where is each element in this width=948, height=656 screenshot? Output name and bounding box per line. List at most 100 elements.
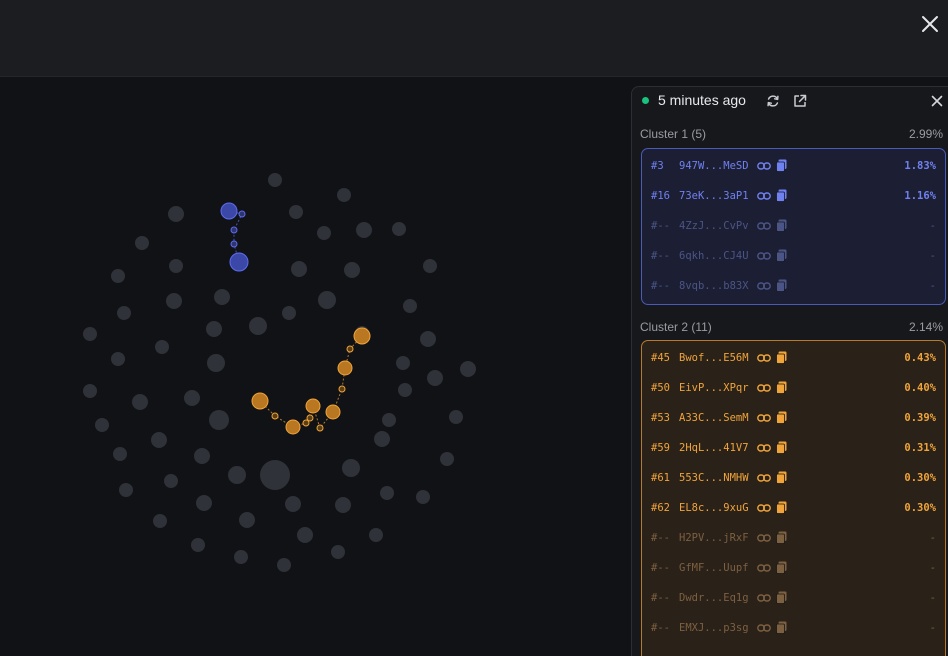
holder-bubble[interactable]: [423, 259, 437, 273]
link-icon[interactable]: [757, 622, 771, 634]
holder-bubble[interactable]: [369, 528, 383, 542]
holder-bubble[interactable]: [396, 356, 410, 370]
holder-bubble[interactable]: [166, 293, 182, 309]
holder-bubble[interactable]: [135, 236, 149, 250]
holder-bubble[interactable]: [449, 410, 463, 424]
holder-bubble[interactable]: [403, 299, 417, 313]
holder-bubble[interactable]: [416, 490, 430, 504]
holder-bubble[interactable]: [282, 306, 296, 320]
cluster-2-bubble[interactable]: [337, 360, 353, 376]
link-icon[interactable]: [757, 352, 771, 364]
holder-address[interactable]: 553C...NMHW: [679, 472, 749, 484]
cluster-2-bubble[interactable]: [285, 419, 301, 435]
holder-row[interactable]: #45 Bwof...E56M 0.43%: [642, 342, 945, 372]
holder-bubble[interactable]: [297, 527, 313, 543]
external-link-icon[interactable]: [792, 93, 808, 109]
holder-row[interactable]: #59 2HqL...41V7 0.31%: [642, 432, 945, 462]
holder-bubble[interactable]: [83, 384, 97, 398]
copy-icon[interactable]: [776, 381, 787, 394]
holder-bubble[interactable]: [331, 545, 345, 559]
copy-icon[interactable]: [776, 411, 787, 424]
holder-bubble[interactable]: [260, 460, 290, 490]
holder-bubble[interactable]: [111, 269, 125, 283]
holder-row[interactable]: #3 947W...MeSD 1.83%: [642, 150, 945, 180]
copy-icon[interactable]: [776, 561, 787, 574]
holder-address[interactable]: Dwdr...Eq1g: [679, 592, 749, 604]
holder-bubble[interactable]: [228, 466, 246, 484]
holder-row[interactable]: #16 73eK...3aP1 1.16%: [642, 180, 945, 210]
holder-bubble[interactable]: [285, 496, 301, 512]
holder-address[interactable]: EL8c...9xuG: [679, 502, 749, 514]
holder-row[interactable]: #50 EivP...XPqr 0.40%: [642, 372, 945, 402]
close-icon[interactable]: [918, 12, 942, 36]
holder-bubble[interactable]: [153, 514, 167, 528]
holder-row[interactable]: #-- 6qkh...CJ4U -: [642, 240, 945, 270]
holder-bubble[interactable]: [95, 418, 109, 432]
holder-bubble[interactable]: [119, 483, 133, 497]
holder-row[interactable]: #-- EMXJ...p3sg -: [642, 612, 945, 642]
copy-icon[interactable]: [776, 279, 787, 292]
holder-bubble[interactable]: [132, 394, 148, 410]
link-icon[interactable]: [757, 382, 771, 394]
holder-bubble[interactable]: [209, 410, 229, 430]
refresh-icon[interactable]: [765, 93, 781, 109]
close-panel-icon[interactable]: [929, 93, 945, 109]
holder-bubble[interactable]: [206, 321, 222, 337]
link-icon[interactable]: [757, 562, 771, 574]
link-icon[interactable]: [757, 280, 771, 292]
holder-bubble[interactable]: [291, 261, 307, 277]
holder-address[interactable]: A33C...SemM: [679, 412, 749, 424]
holder-bubble[interactable]: [440, 452, 454, 466]
holder-row[interactable]: #53 A33C...SemM 0.39%: [642, 402, 945, 432]
holder-bubble[interactable]: [317, 226, 331, 240]
holder-bubble[interactable]: [168, 206, 184, 222]
holder-address[interactable]: 8vqb...b83X: [679, 280, 749, 292]
holder-address[interactable]: EMXJ...p3sg: [679, 622, 749, 634]
copy-icon[interactable]: [776, 189, 787, 202]
link-icon[interactable]: [757, 160, 771, 172]
holder-bubble[interactable]: [164, 474, 178, 488]
copy-icon[interactable]: [776, 351, 787, 364]
holder-bubble[interactable]: [249, 317, 267, 335]
holder-bubble[interactable]: [398, 383, 412, 397]
holder-bubble[interactable]: [113, 447, 127, 461]
cluster-1-bubble[interactable]: [230, 226, 238, 234]
holder-bubble[interactable]: [207, 354, 225, 372]
holder-bubble[interactable]: [268, 173, 282, 187]
holder-bubble[interactable]: [427, 370, 443, 386]
holder-bubble[interactable]: [277, 558, 291, 572]
holder-address[interactable]: GfMF...Uupf: [679, 562, 749, 574]
cluster-2-bubble[interactable]: [271, 412, 279, 420]
copy-icon[interactable]: [776, 501, 787, 514]
holder-address[interactable]: 2HqL...41V7: [679, 442, 749, 454]
cluster-2-bubble[interactable]: [251, 392, 269, 410]
holder-row[interactable]: #62 EL8c...9xuG 0.30%: [642, 492, 945, 522]
link-icon[interactable]: [757, 220, 771, 232]
cluster-2-bubble[interactable]: [353, 327, 371, 345]
holder-bubble[interactable]: [234, 550, 248, 564]
bubble-map[interactable]: [0, 78, 630, 656]
holder-address[interactable]: EivP...XPqr: [679, 382, 749, 394]
link-icon[interactable]: [757, 532, 771, 544]
holder-bubble[interactable]: [196, 495, 212, 511]
copy-icon[interactable]: [776, 219, 787, 232]
holder-bubble[interactable]: [289, 205, 303, 219]
cluster-2-bubble[interactable]: [346, 345, 354, 353]
holder-row[interactable]: #-- Dwdr...Eq1g -: [642, 582, 945, 612]
holder-bubble[interactable]: [335, 497, 351, 513]
holder-address[interactable]: 6qkh...CJ4U: [679, 250, 749, 262]
link-icon[interactable]: [757, 442, 771, 454]
holder-bubble[interactable]: [117, 306, 131, 320]
copy-icon[interactable]: [776, 249, 787, 262]
holder-bubble[interactable]: [318, 291, 336, 309]
link-icon[interactable]: [757, 190, 771, 202]
holder-bubble[interactable]: [380, 486, 394, 500]
holder-bubble[interactable]: [214, 289, 230, 305]
holder-bubble[interactable]: [344, 262, 360, 278]
copy-icon[interactable]: [776, 471, 787, 484]
cluster-1-bubble[interactable]: [238, 210, 246, 218]
copy-icon[interactable]: [776, 621, 787, 634]
copy-icon[interactable]: [776, 591, 787, 604]
holder-bubble[interactable]: [184, 390, 200, 406]
holder-bubble[interactable]: [83, 327, 97, 341]
